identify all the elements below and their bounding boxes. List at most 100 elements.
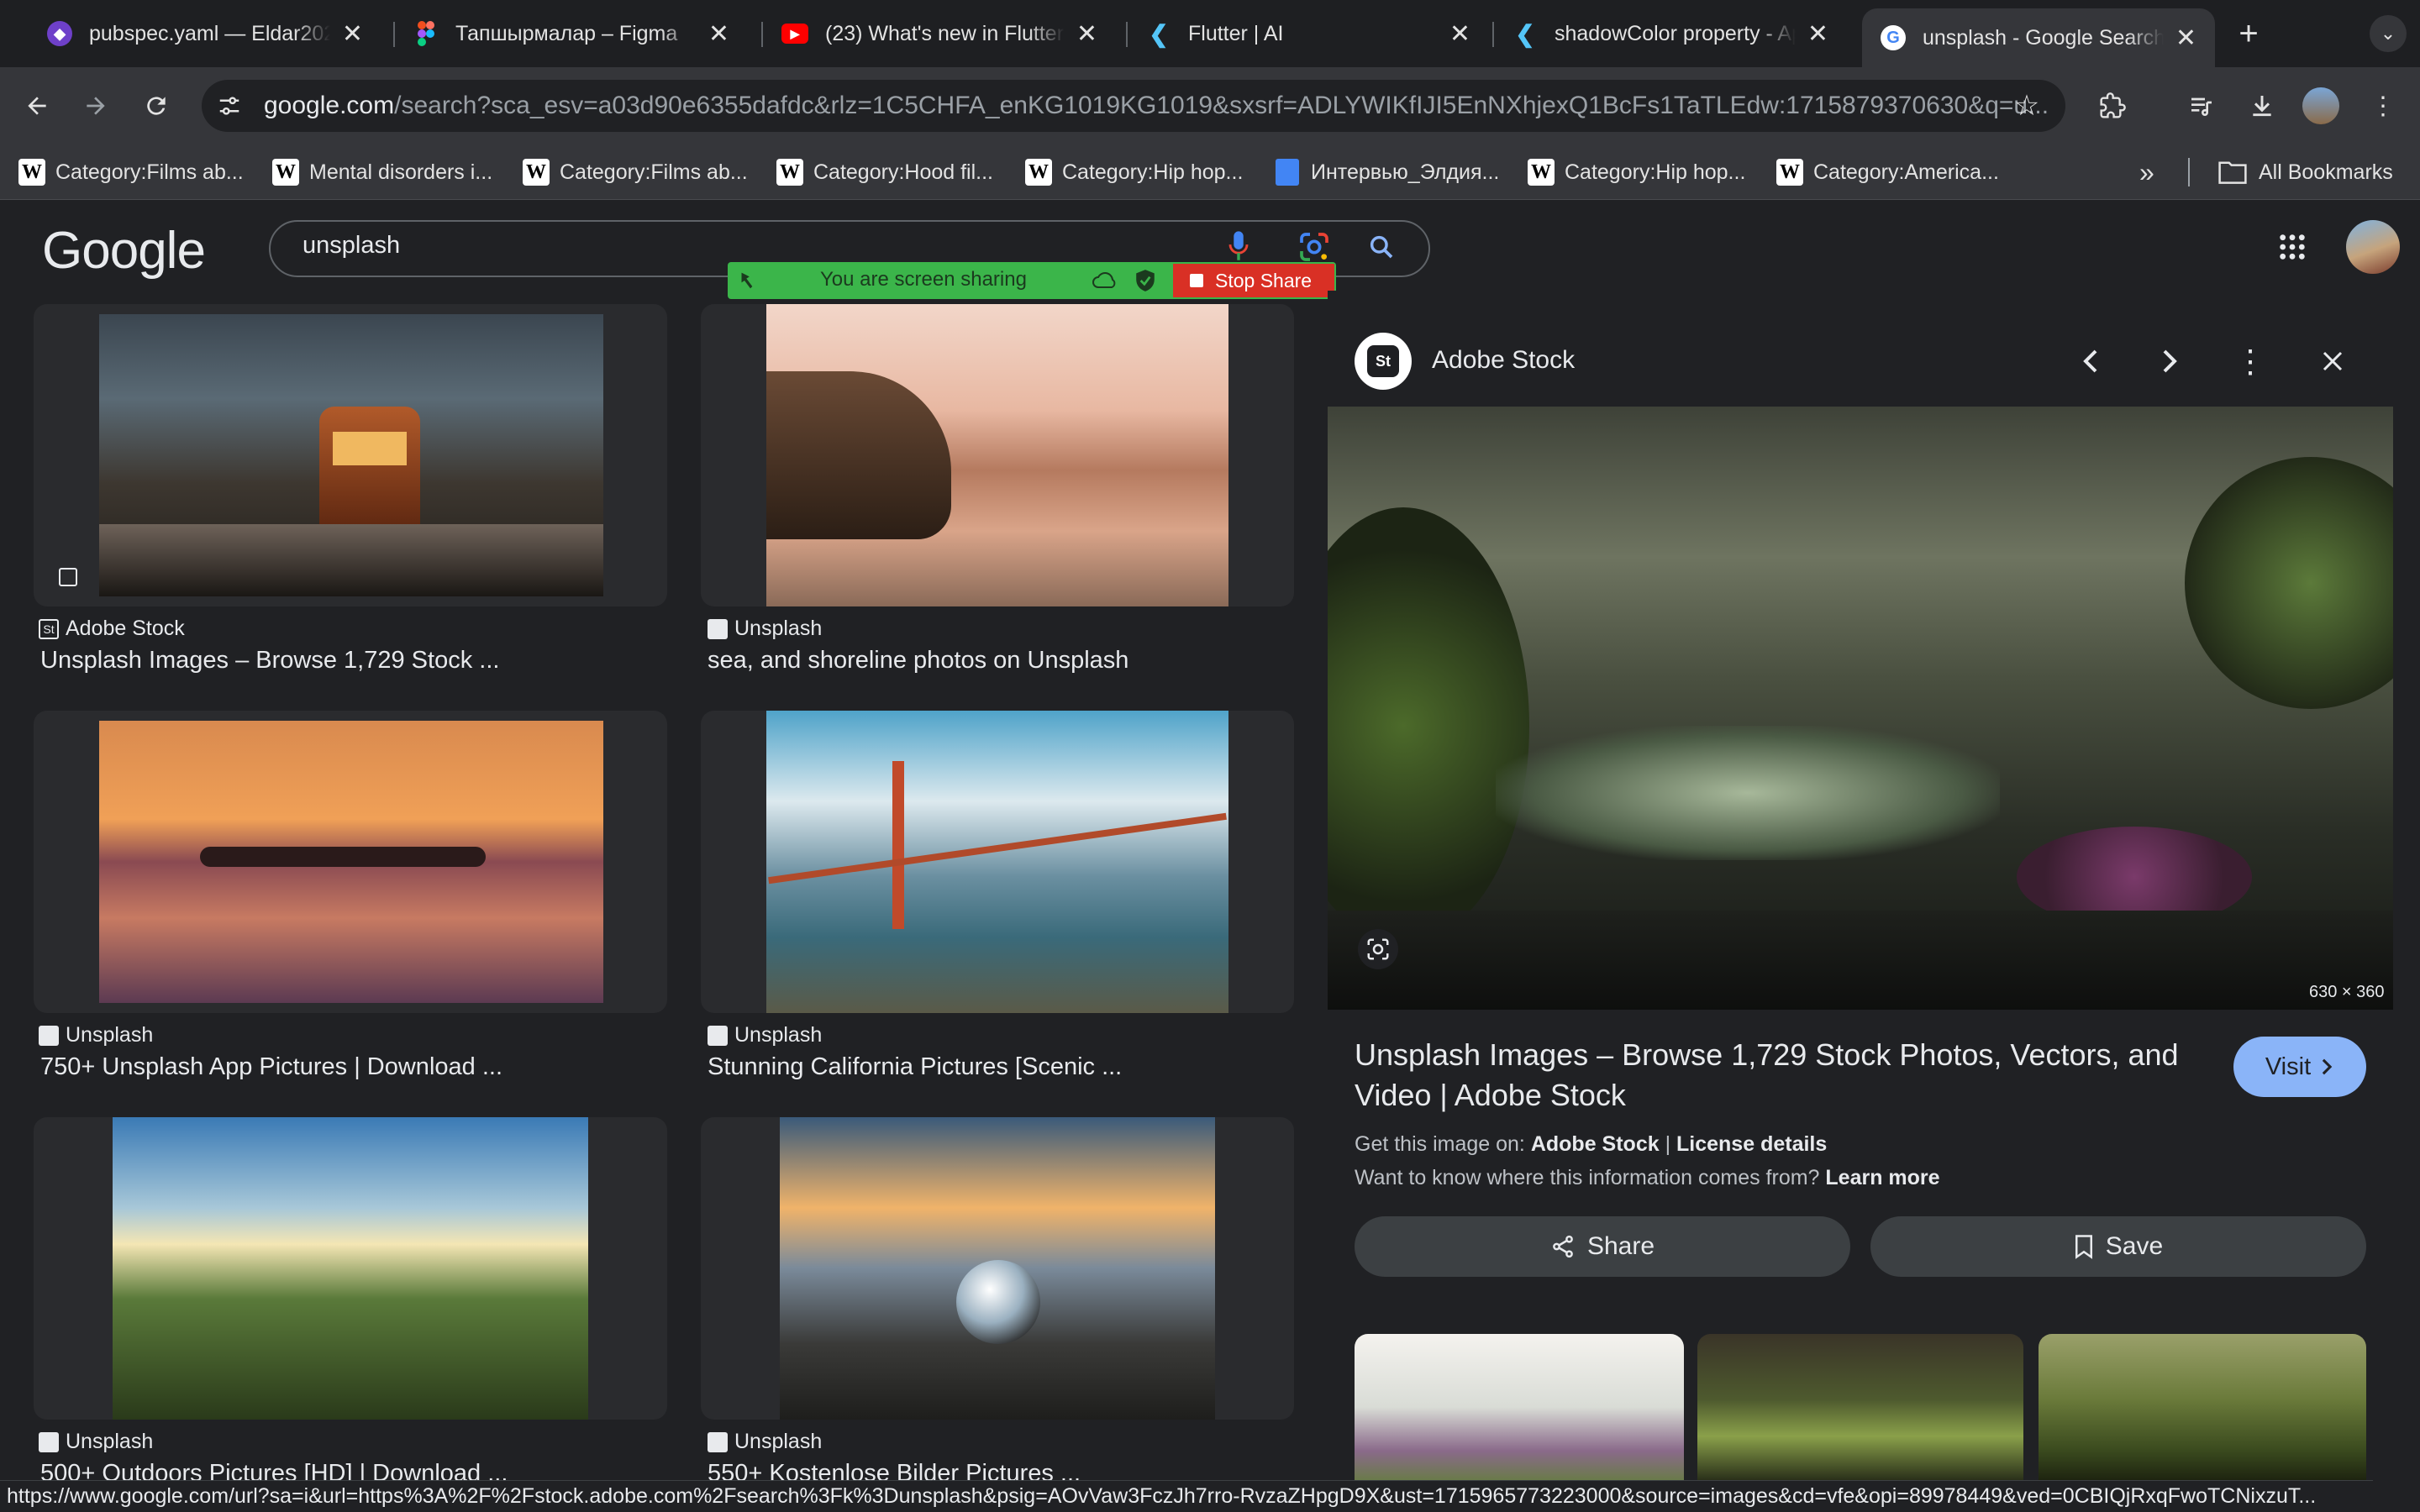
stop-share-button[interactable]: Stop Share — [1173, 264, 1334, 297]
bookmark-item[interactable]: W Category:America... — [1776, 156, 1999, 188]
back-button[interactable] — [17, 86, 57, 126]
learn-more-link[interactable]: Learn more — [1825, 1166, 1939, 1189]
result-source[interactable]: Unsplash — [708, 617, 822, 641]
result-title[interactable]: sea, and shoreline photos on Unsplash — [708, 647, 1128, 675]
result-image-card[interactable] — [701, 304, 1294, 606]
bookmark-star-icon[interactable]: ☆ — [2007, 86, 2047, 126]
voice-search-icon[interactable] — [1218, 227, 1259, 267]
bookmark-item[interactable]: W Category:Hip hop... — [1025, 156, 1243, 188]
result-image-card[interactable] — [34, 304, 667, 606]
save-button[interactable]: Save — [1870, 1216, 2366, 1277]
result-title[interactable]: Stunning California Pictures [Scenic ... — [708, 1053, 1122, 1081]
tab-google-search[interactable]: G unsplash - Google Search ✕ — [1862, 8, 2215, 67]
bookmark-item[interactable]: W Category:Hip hop... — [1528, 156, 1745, 188]
tab-title: (23) What's new in Flutter — [825, 21, 1065, 45]
bookmark-item[interactable]: W Category:Films ab... — [18, 156, 244, 188]
shoreline-thumbnail — [766, 304, 1228, 606]
result-source-label: Adobe Stock — [66, 617, 185, 640]
unsplash-icon — [708, 1025, 728, 1046]
bookmark-item[interactable]: W Category:Films ab... — [523, 156, 748, 188]
flutter-icon: ❮ — [1515, 20, 1535, 47]
bookmark-item[interactable]: W Category:Hood fil... — [776, 156, 993, 188]
account-avatar[interactable] — [2346, 220, 2400, 274]
previous-image-button[interactable] — [2069, 339, 2112, 383]
google-logo[interactable]: Google — [42, 221, 206, 281]
bookmark-label: Category:America... — [1813, 160, 1999, 184]
more-options-icon[interactable]: ⋮ — [2228, 339, 2272, 383]
bookmark-item[interactable]: Интервью_Элдия... — [1276, 156, 1499, 188]
related-image-thumbnail[interactable] — [1355, 1334, 1684, 1480]
close-icon[interactable]: ✕ — [1076, 19, 1097, 49]
screen-share-icon — [741, 272, 753, 289]
preview-image[interactable]: 630 × 360 — [1328, 407, 2393, 1010]
tram-shape — [319, 407, 420, 533]
crystal-ball — [956, 1260, 1040, 1344]
wikipedia-icon: W — [1776, 159, 1803, 186]
reload-button[interactable] — [136, 86, 176, 126]
tab-youtube[interactable]: ▶ (23) What's new in Flutter ✕ — [763, 8, 1116, 59]
result-source[interactable]: St Adobe Stock — [39, 617, 185, 641]
related-image-thumbnail[interactable] — [2039, 1334, 2366, 1480]
visit-button[interactable]: Visit — [2233, 1037, 2366, 1097]
close-panel-button[interactable] — [2311, 339, 2354, 383]
address-bar[interactable]: google.com/search?sca_esv=a03d90e6355daf… — [202, 80, 2065, 132]
result-source[interactable]: Unsplash — [708, 1430, 822, 1454]
shield-check-icon — [1136, 270, 1155, 291]
panel-source-name[interactable]: Adobe Stock — [1432, 346, 1575, 375]
search-input[interactable]: unsplash — [302, 232, 400, 260]
related-image-thumbnail[interactable] — [1697, 1334, 2023, 1480]
panel-title[interactable]: Unsplash Images – Browse 1,729 Stock Pho… — [1355, 1035, 2212, 1116]
tab-search-button[interactable]: ⌄ — [2370, 15, 2407, 52]
tab-shadowcolor[interactable]: ❮ shadowColor property - AppBar ✕ — [1494, 8, 1847, 59]
pebbles — [1328, 911, 2393, 1010]
status-bar-url: https://www.google.com/url?sa=i&url=http… — [0, 1480, 2373, 1512]
media-controls-icon[interactable] — [2181, 86, 2222, 126]
close-icon[interactable]: ✕ — [1449, 19, 1470, 49]
bookmark-label: Интервью_Элдия... — [1311, 160, 1500, 184]
tab-title: Тапшырмалар – Figma — [455, 21, 678, 45]
google-apps-icon[interactable] — [2272, 227, 2312, 267]
result-source[interactable]: Unsplash — [39, 1023, 153, 1047]
menu-kebab-icon[interactable]: ⋮ — [2363, 86, 2403, 126]
close-icon[interactable]: ✕ — [342, 19, 363, 49]
tab-pubspec[interactable]: ◆ pubspec.yaml — Eldar2023 ✕ — [29, 8, 381, 59]
result-source[interactable]: Unsplash — [708, 1023, 822, 1047]
download-icon[interactable] — [2242, 86, 2282, 126]
image-dimensions: 630 × 360 — [2309, 983, 2385, 1001]
license-details-link[interactable]: License details — [1676, 1132, 1827, 1156]
wikipedia-icon: W — [776, 159, 803, 186]
url-host: google.com — [264, 92, 395, 119]
reload-icon — [147, 97, 166, 115]
result-title[interactable]: 750+ Unsplash App Pictures | Download ..… — [40, 1053, 502, 1081]
result-image-card[interactable] — [701, 1117, 1294, 1420]
bookmarks-overflow-icon[interactable]: » — [2139, 156, 2154, 188]
bridge-deck — [768, 812, 1227, 885]
result-source-label: Unsplash — [734, 617, 823, 640]
close-icon[interactable]: ✕ — [1807, 19, 1828, 49]
get-source-link[interactable]: Adobe Stock — [1531, 1132, 1660, 1156]
result-image-card[interactable] — [701, 711, 1294, 1013]
forward-button[interactable] — [76, 86, 116, 126]
extensions-icon[interactable] — [2092, 86, 2133, 126]
bookmark-item[interactable]: W Mental disorders i... — [272, 156, 492, 188]
site-info-icon[interactable] — [210, 86, 249, 126]
lens-search-icon[interactable] — [1294, 227, 1334, 267]
all-bookmarks-button[interactable]: All Bookmarks — [2218, 156, 2393, 188]
next-image-button[interactable] — [2148, 339, 2191, 383]
result-image-card[interactable] — [34, 711, 667, 1013]
tab-title: Flutter | AI — [1188, 21, 1284, 45]
wikipedia-icon: W — [1528, 159, 1555, 186]
search-icon[interactable] — [1361, 227, 1402, 267]
share-button[interactable]: Share — [1355, 1216, 1850, 1277]
github-icon: ◆ — [47, 21, 72, 46]
result-image-card[interactable] — [34, 1117, 667, 1420]
result-source[interactable]: Unsplash — [39, 1430, 153, 1454]
tab-figma[interactable]: Тапшырмалар – Figma ✕ — [395, 8, 748, 59]
new-tab-button[interactable]: + — [2228, 13, 2269, 54]
close-icon[interactable]: ✕ — [708, 19, 729, 49]
result-title[interactable]: Unsplash Images – Browse 1,729 Stock ... — [40, 647, 499, 675]
tab-flutter-ai[interactable]: ❮ Flutter | AI ✕ — [1128, 8, 1489, 59]
profile-avatar[interactable] — [2302, 87, 2339, 124]
lens-icon[interactable] — [1358, 929, 1398, 969]
close-icon[interactable]: ✕ — [2175, 24, 2196, 53]
